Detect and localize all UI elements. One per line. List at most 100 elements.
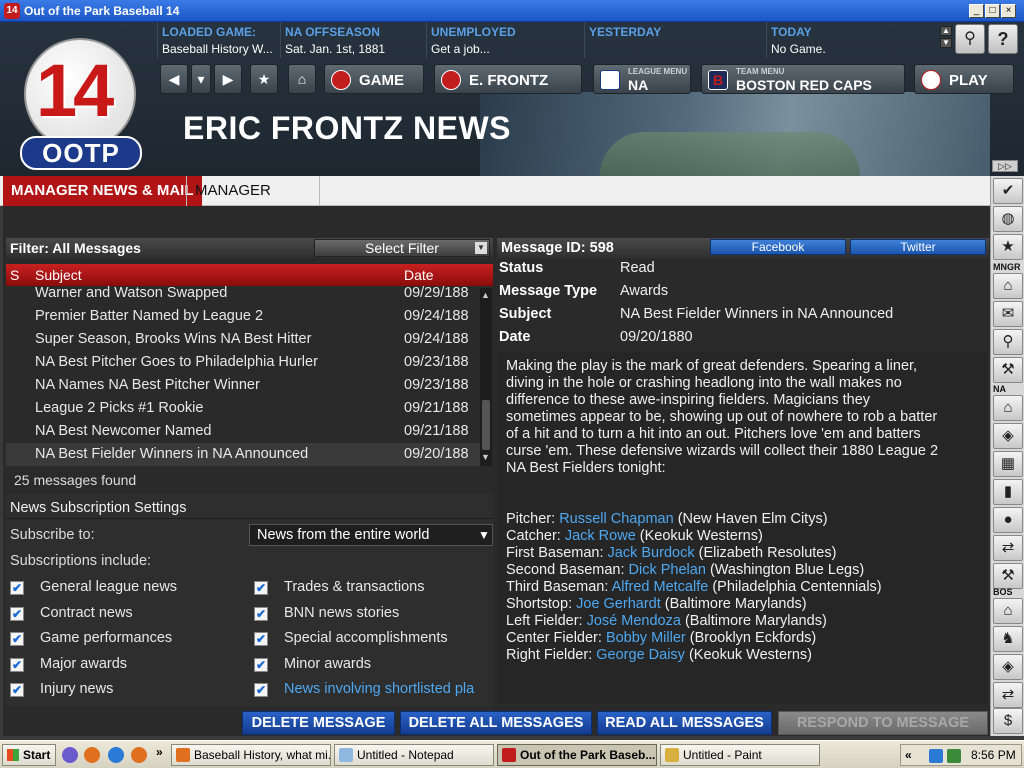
winner-line: Shortstop: Joe Gerhardt (Baltimore Maryl… [506,596,980,613]
back-icon[interactable]: ◀ [160,64,188,94]
globe-icon[interactable]: ◍ [993,206,1023,232]
clock[interactable]: 8:56 PM [971,748,1016,762]
player-link[interactable]: José Mendoza [587,613,681,629]
select-filter-dropdown[interactable]: Select Filter ▼ [314,239,490,257]
maximize-button[interactable]: □ [985,4,1000,18]
scroll-down-icon[interactable]: ▼ [940,38,952,48]
list-item[interactable]: Super Season, Brooks Wins NA Best Hitter… [6,328,480,351]
facebook-button[interactable]: Facebook [710,239,846,255]
taskbar-item-browser[interactable]: Baseball History, what mi... [171,744,331,766]
respond-to-message-button[interactable]: RESPOND TO MESSAGE [778,711,988,735]
close-button[interactable]: × [1001,4,1016,18]
player-link[interactable]: George Daisy [596,647,685,663]
network-icon[interactable] [929,749,943,763]
home-icon[interactable]: ⌂ [993,273,1023,299]
history-dropdown-icon[interactable]: ▾ [191,64,211,94]
dollar-icon[interactable]: $ [993,708,1023,734]
start-button[interactable]: Start [2,744,56,766]
bookmark-star-icon[interactable]: ★ [250,64,278,94]
grid-icon[interactable]: ▦ [993,451,1023,477]
player-icon[interactable]: ♞ [993,626,1023,652]
position-label: Shortstop: [506,596,573,612]
subscription-checkbox[interactable]: ✔ [10,657,24,672]
league-menu-button[interactable]: LEAGUE MENU NA [593,64,691,94]
ie-icon[interactable] [108,747,124,763]
taskbar-item-ootp[interactable]: Out of the Park Baseb... [497,744,657,766]
subscription-checkbox[interactable]: ✔ [254,657,268,672]
game-menu-button[interactable]: GAME [324,64,424,94]
firefox-icon[interactable] [131,747,147,763]
player-link[interactable]: Jack Rowe [565,528,636,544]
quicklaunch-chevron-icon[interactable]: » [156,745,163,759]
subscription-checkbox[interactable]: ✔ [10,606,24,621]
scroll-up-icon[interactable]: ▲ [940,26,952,36]
subscription-checkbox[interactable]: ✔ [10,581,24,595]
title-bar[interactable]: 14 Out of the Park Baseball 14 _ □ × [0,0,1024,22]
checkmark-icon[interactable]: ✔ [993,178,1023,204]
minimize-button[interactable]: _ [969,4,984,18]
quicklaunch-icon[interactable] [62,747,78,763]
baseball-icon[interactable]: ● [993,507,1023,533]
diamond-icon[interactable]: ◈ [993,423,1023,449]
list-item[interactable]: League 2 Picks #1 Rookie 09/21/188 [6,397,480,420]
star-icon[interactable]: ★ [993,234,1023,260]
help-icon[interactable]: ? [988,24,1018,54]
subscribe-to-dropdown[interactable]: News from the entire world ▼ [249,524,493,546]
wrench-icon[interactable]: ⚒ [993,563,1023,589]
info-yesterday[interactable]: YESTERDAY [584,22,766,58]
home-icon[interactable]: ⌂ [993,395,1023,421]
delete-all-messages-button[interactable]: DELETE ALL MESSAGES [400,711,592,735]
search-icon[interactable]: ⚲ [955,24,985,54]
subscription-checkbox[interactable]: ✔ [254,581,268,595]
transactions-icon[interactable]: ⇄ [993,535,1023,561]
search-icon[interactable]: ⚲ [993,329,1023,355]
manager-menu-button[interactable]: E. FRONTZ [434,64,582,94]
wrench-icon[interactable]: ⚒ [993,357,1023,383]
bar-chart-icon[interactable]: ▮ [993,479,1023,505]
transactions-icon[interactable]: ⇄ [993,682,1023,708]
expand-sidebar-icon[interactable]: ▷▷ [992,160,1018,172]
mail-icon[interactable]: ✉ [993,301,1023,327]
subscription-checkbox[interactable]: ✔ [10,632,24,646]
message-text: Making the play is the mark of great def… [506,358,980,477]
diamond-icon[interactable]: ◈ [993,654,1023,680]
home-icon[interactable]: ⌂ [288,64,316,94]
team-menu-button[interactable]: B TEAM MENU BOSTON RED CAPS [701,64,905,94]
forward-icon[interactable]: ▶ [214,64,242,94]
player-link[interactable]: Alfred Metcalfe [612,579,709,595]
list-item[interactable]: NA Best Fielder Winners in NA Announced 0… [6,443,480,466]
scrollbar-thumb[interactable] [482,400,490,450]
tab-manager-news-mail[interactable]: MANAGER NEWS & MAIL [3,176,202,206]
scroll-up-icon[interactable]: ▲ [481,290,490,300]
info-employment[interactable]: UNEMPLOYED Get a job... [426,22,584,58]
home-icon[interactable]: ⌂ [993,598,1023,624]
player-link[interactable]: Dick Phelan [629,562,706,578]
subscription-checkbox[interactable]: ✔ [254,632,268,646]
player-link[interactable]: Joe Gerhardt [576,596,661,612]
subscription-checkbox[interactable]: ✔ [254,606,268,621]
info-today[interactable]: TODAY No Game. [766,22,936,58]
player-link[interactable]: Jack Burdock [608,545,695,561]
read-all-messages-button[interactable]: READ ALL MESSAGES [597,711,772,735]
list-item[interactable]: NA Best Pitcher Goes to Philadelphia Hur… [6,351,480,374]
list-item[interactable]: NA Best Newcomer Named 09/21/188 [6,420,480,443]
info-loaded-game[interactable]: LOADED GAME: Baseball History W... [157,22,280,58]
firefox-icon[interactable] [84,747,100,763]
taskbar-item-notepad[interactable]: Untitled - Notepad [334,744,494,766]
message-list-scrollbar[interactable]: ▲ ▼ [480,288,492,466]
subscription-checkbox[interactable]: ✔ [10,683,24,697]
subscription-checkbox[interactable]: ✔ [254,683,268,697]
tab-manager-notes[interactable]: MANAGER NOTES [186,176,320,229]
delete-message-button[interactable]: DELETE MESSAGE [242,711,395,735]
list-item[interactable]: NA Names NA Best Pitcher Winner 09/23/188 [6,374,480,397]
play-button[interactable]: PLAY [914,64,1014,94]
player-link[interactable]: Bobby Miller [606,630,686,646]
player-link[interactable]: Russell Chapman [559,511,673,527]
volume-icon[interactable] [947,749,961,763]
twitter-button[interactable]: Twitter [850,239,986,255]
tray-expand-icon[interactable]: « [905,748,912,762]
scroll-down-icon[interactable]: ▼ [481,452,490,462]
list-item[interactable]: Premier Batter Named by League 2 09/24/18… [6,305,480,328]
list-item[interactable]: Warner and Watson Swapped 09/29/188 [6,282,480,305]
taskbar-item-paint[interactable]: Untitled - Paint [660,744,820,766]
